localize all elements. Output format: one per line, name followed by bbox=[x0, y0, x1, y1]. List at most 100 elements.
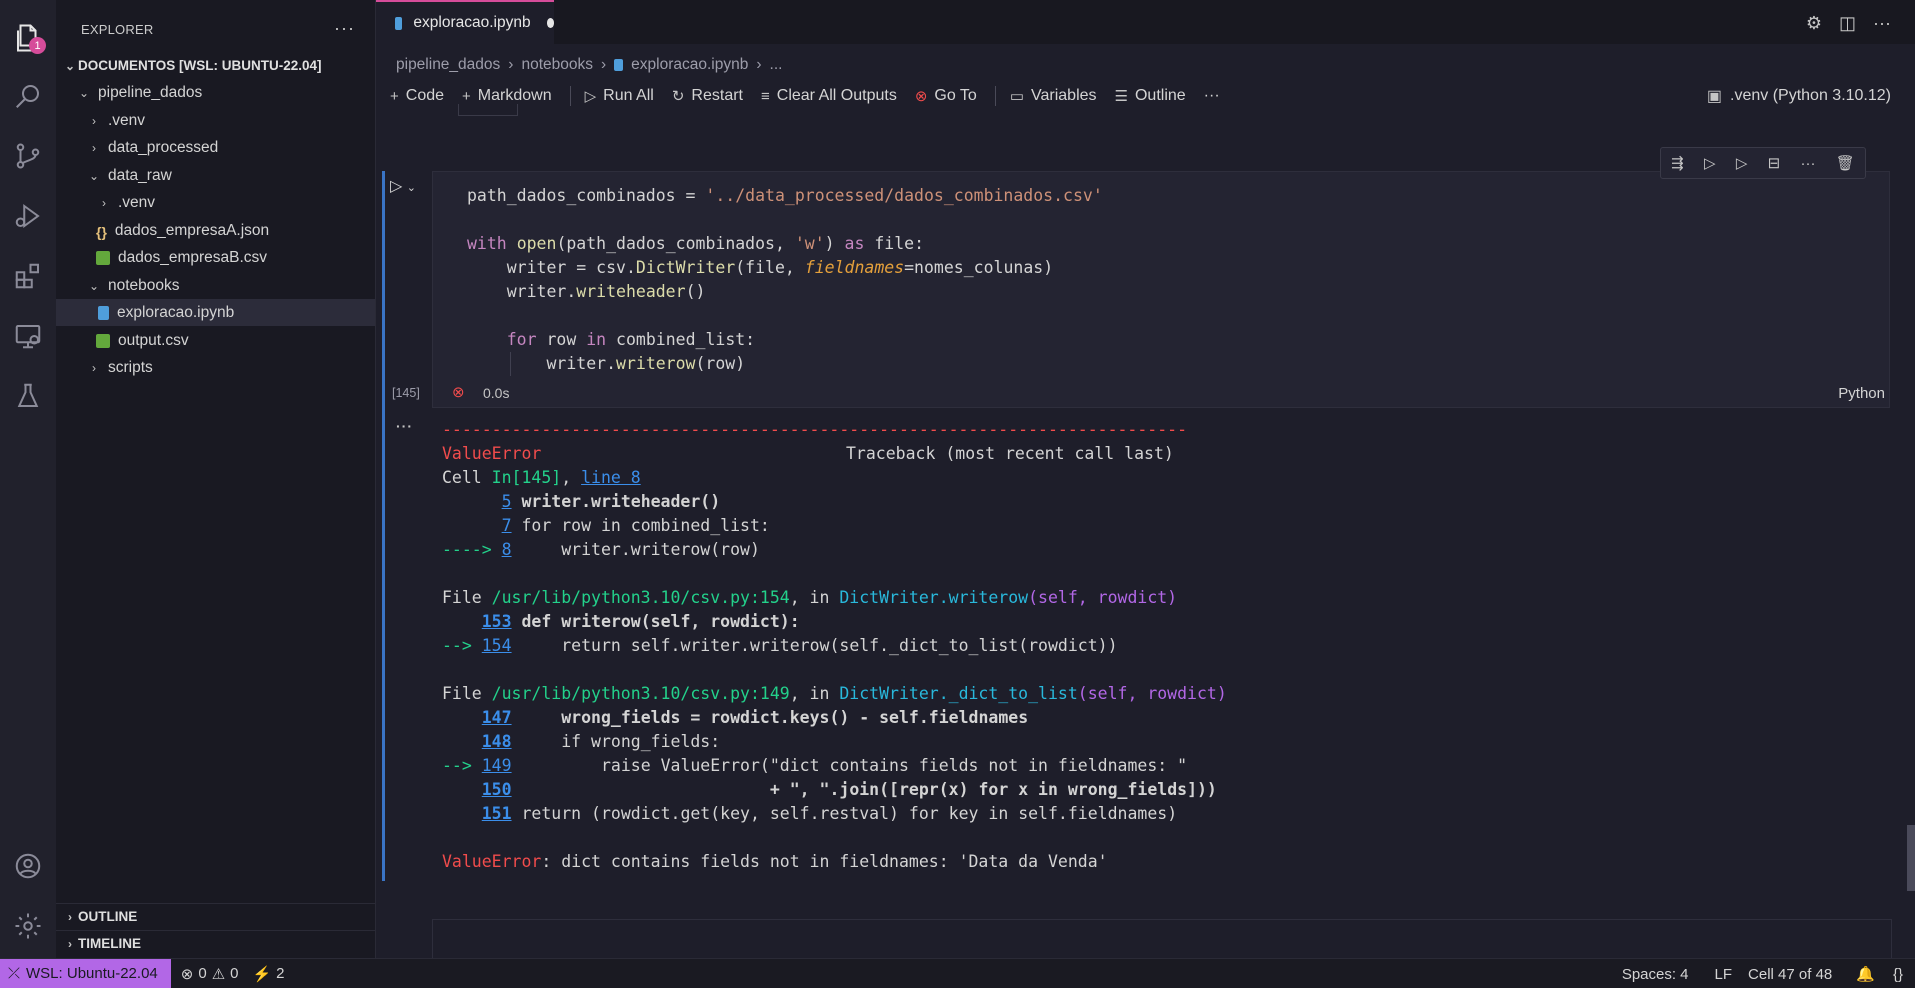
line-number-link[interactable]: 8 bbox=[502, 540, 512, 559]
account-icon[interactable] bbox=[8, 846, 48, 886]
cell-position-indicator[interactable]: Cell 47 of 48 bbox=[1748, 966, 1832, 983]
line-number-link[interactable]: 7 bbox=[502, 516, 512, 535]
run-all-button[interactable]: ▷ Run All bbox=[585, 87, 654, 105]
go-to-button[interactable]: ⊗ Go To bbox=[915, 87, 977, 105]
tree-file-exploracao[interactable]: exploracao.ipynb bbox=[56, 299, 375, 326]
tab-exploracao[interactable]: exploracao.ipynb bbox=[376, 0, 554, 44]
line-number-link[interactable]: 151 bbox=[482, 804, 512, 823]
line-number-link[interactable]: 149 bbox=[482, 756, 512, 775]
clear-outputs-button[interactable]: ≡ Clear All Outputs bbox=[761, 87, 897, 105]
file-path-link[interactable]: /usr/lib/python3.10/csv.py:149 bbox=[492, 684, 790, 703]
tree-folder-notebooks[interactable]: ⌄ notebooks bbox=[56, 272, 375, 299]
breadcrumb-item[interactable]: notebooks bbox=[521, 56, 593, 74]
line-number-link[interactable]: 150 bbox=[482, 780, 512, 799]
cell-in-ref: In[145] bbox=[491, 468, 562, 487]
outline-button[interactable]: ☰ Outline bbox=[1115, 87, 1186, 105]
tree-label: dados_empresaA.json bbox=[114, 221, 270, 239]
more-actions-icon[interactable]: ··· bbox=[1873, 13, 1891, 34]
breadcrumb-item[interactable]: ... bbox=[770, 56, 783, 74]
eol-indicator[interactable]: LF bbox=[1715, 966, 1733, 983]
add-markdown-button[interactable]: + Markdown bbox=[462, 87, 552, 105]
tree-folder-venv-raw[interactable]: › .venv bbox=[56, 189, 375, 216]
outline-section[interactable]: › OUTLINE bbox=[56, 903, 375, 929]
toolbar-more-icon: ··· bbox=[1203, 87, 1220, 104]
cell-more-icon[interactable]: ··· bbox=[1801, 155, 1816, 172]
add-code-label: Code bbox=[405, 87, 445, 104]
problems-indicator[interactable]: ⊗ 0 ⚠ 0 bbox=[181, 965, 239, 983]
remote-explorer-icon[interactable] bbox=[8, 316, 48, 356]
chevron-down-icon: ⌄ bbox=[64, 58, 76, 73]
split-editor-icon[interactable]: ◫ bbox=[1839, 13, 1856, 34]
execute-below-icon[interactable]: ▷ bbox=[1736, 154, 1748, 172]
editor-actions: ⚙ ◫ ··· bbox=[1806, 13, 1891, 34]
line-number-link[interactable]: 147 bbox=[482, 708, 512, 727]
breadcrumb-item[interactable]: exploracao.ipynb bbox=[631, 56, 748, 74]
tb-frame2-line: 153 def writerow(self, rowdict): bbox=[481, 612, 800, 631]
tab-bar: exploracao.ipynb ⚙ ◫ ··· bbox=[376, 0, 1915, 44]
remote-icon: ⤫ bbox=[8, 965, 21, 982]
ports-indicator[interactable]: ⚡ 2 bbox=[252, 965, 284, 983]
indentation-indicator[interactable]: Spaces: 4 bbox=[1622, 966, 1689, 983]
output-error-header: ValueError Traceback (most recent call la… bbox=[442, 444, 1174, 463]
error-count: 0 bbox=[198, 965, 207, 982]
braces-icon[interactable]: {} bbox=[1893, 966, 1903, 983]
tree-label: .venv bbox=[118, 193, 156, 211]
workspace-label: DOCUMENTOS [WSL: UBUNTU-22.04] bbox=[78, 58, 322, 73]
source-control-icon[interactable] bbox=[8, 136, 48, 176]
line-number-link[interactable]: 154 bbox=[482, 636, 512, 655]
tab-label: exploracao.ipynb bbox=[413, 14, 531, 31]
tree-label: dados_empresaB.csv bbox=[118, 248, 268, 266]
workspace-header[interactable]: ⌄ DOCUMENTOS [WSL: UBUNTU-22.04] bbox=[56, 52, 375, 79]
line-number-link[interactable]: 148 bbox=[482, 732, 512, 751]
tree-file-dados-empresaB[interactable]: dados_empresaB.csv bbox=[56, 244, 375, 271]
sidebar-more-icon[interactable]: ··· bbox=[334, 18, 355, 39]
split-cell-icon[interactable]: ⊟ bbox=[1768, 154, 1781, 172]
run-debug-icon[interactable] bbox=[8, 196, 48, 236]
testing-icon[interactable] bbox=[8, 376, 48, 416]
cell-line-link[interactable]: line 8 bbox=[581, 468, 641, 487]
remote-indicator[interactable]: ⤫ WSL: Ubuntu-22.04 bbox=[0, 958, 171, 988]
code-cell-editor[interactable]: path_dados_combinados = '../data_process… bbox=[432, 171, 1890, 408]
line-number-link[interactable]: 153 bbox=[482, 612, 512, 631]
tree-label: notebooks bbox=[108, 276, 180, 294]
breadcrumb-item[interactable]: pipeline_dados bbox=[396, 56, 500, 74]
scrollbar-thumb[interactable] bbox=[1907, 825, 1915, 891]
add-code-button[interactable]: + Code bbox=[390, 87, 444, 105]
unsaved-dot-icon[interactable] bbox=[546, 18, 554, 28]
run-cell-icon[interactable]: ▷ ⌄ bbox=[390, 176, 416, 196]
execute-above-icon[interactable]: ▷ bbox=[1704, 154, 1716, 172]
run-by-line-icon[interactable]: ⇶ bbox=[1671, 154, 1684, 172]
tb-frame1-line: 7 for row in combined_list: bbox=[501, 516, 770, 535]
tree-folder-venv[interactable]: › .venv bbox=[56, 107, 375, 134]
toolbar-more-button[interactable]: ··· bbox=[1204, 87, 1220, 105]
tb-frame1-line: ----> 8 writer.writerow(row) bbox=[442, 540, 760, 559]
output-more-icon[interactable]: ··· bbox=[396, 418, 413, 434]
function-name: DictWriter._dict_to_list bbox=[839, 684, 1078, 703]
indent-guide bbox=[510, 352, 511, 376]
output-dashes: ----------------------------------------… bbox=[442, 420, 1188, 439]
tree-folder-data-processed[interactable]: › data_processed bbox=[56, 134, 375, 161]
tree-file-dados-empresaA[interactable]: {} dados_empresaA.json bbox=[56, 217, 375, 244]
restart-button[interactable]: ↻ Restart bbox=[672, 87, 743, 105]
tree-folder-scripts[interactable]: › scripts bbox=[56, 354, 375, 381]
notifications-bell-icon[interactable]: 🔔 bbox=[1856, 965, 1875, 983]
chevron-right-icon: › bbox=[92, 113, 96, 128]
next-cell[interactable] bbox=[432, 919, 1892, 958]
settings-gear-icon[interactable]: ⚙ bbox=[1806, 13, 1822, 34]
tree-file-output[interactable]: output.csv bbox=[56, 327, 375, 354]
search-icon[interactable] bbox=[8, 76, 48, 116]
explorer-sidebar: EXPLORER ··· ⌄ DOCUMENTOS [WSL: UBUNTU-2… bbox=[56, 0, 376, 958]
timeline-section[interactable]: › TIMELINE bbox=[56, 930, 375, 956]
tree-folder-data-raw[interactable]: ⌄ data_raw bbox=[56, 162, 375, 189]
tree-folder-pipeline-dados[interactable]: ⌄ pipeline_dados bbox=[56, 79, 375, 106]
delete-cell-icon[interactable]: 🗑 bbox=[1836, 154, 1855, 172]
variables-button[interactable]: ▭ Variables bbox=[1010, 87, 1097, 105]
line-number-link[interactable]: 5 bbox=[502, 492, 512, 511]
kernel-picker[interactable]: ▣ .venv (Python 3.10.12) bbox=[1707, 86, 1891, 106]
warning-icon: ⚠ bbox=[211, 965, 226, 983]
file-path-link[interactable]: /usr/lib/python3.10/csv.py:154 bbox=[492, 588, 790, 607]
activity-bar: 1 bbox=[0, 0, 56, 958]
cell-language[interactable]: Python bbox=[1838, 385, 1885, 402]
extensions-icon[interactable] bbox=[8, 256, 48, 296]
settings-gear-icon[interactable] bbox=[8, 906, 48, 946]
